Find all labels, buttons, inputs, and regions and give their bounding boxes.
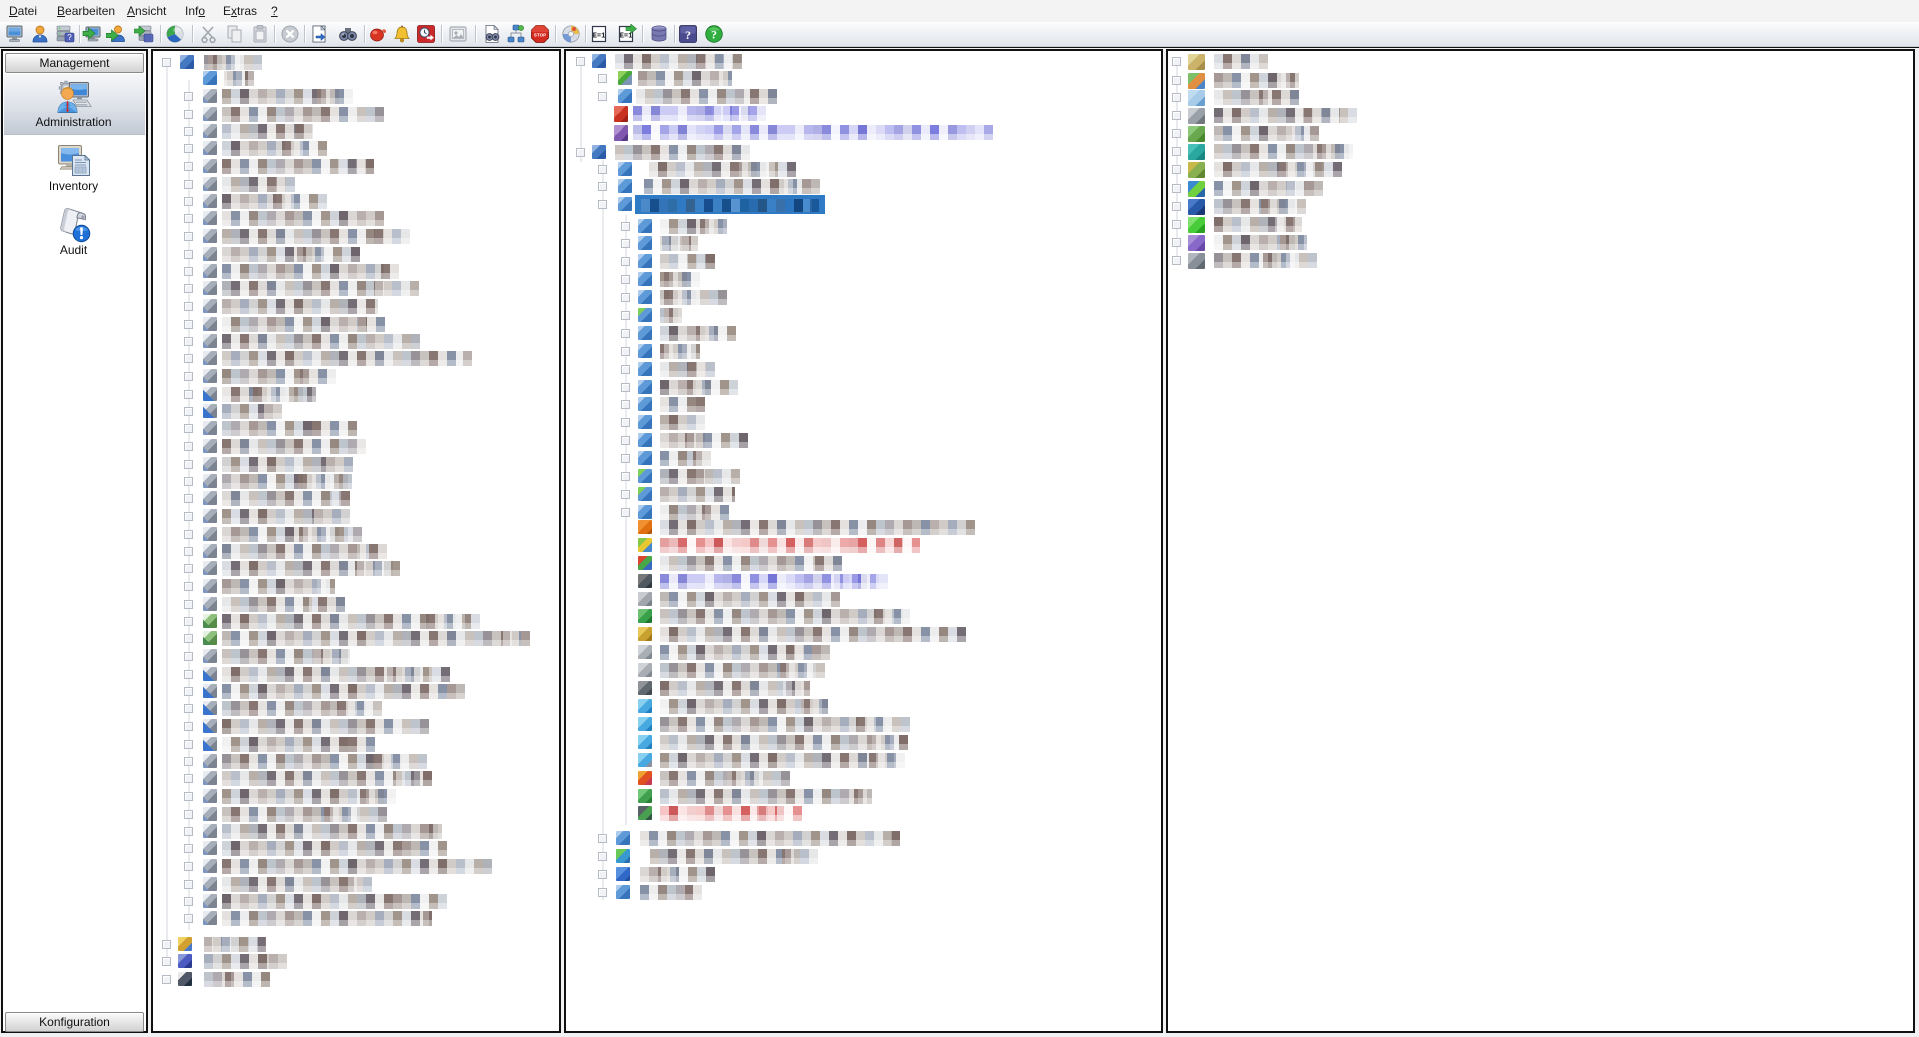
svg-text:?: ? (685, 28, 691, 42)
svg-text:STOP: STOP (534, 33, 546, 38)
svg-text:E=1: E=1 (593, 33, 606, 41)
svg-text:?: ? (711, 28, 717, 42)
svg-text:E=1: E=1 (620, 33, 633, 41)
svg-text:?: ? (67, 33, 72, 42)
